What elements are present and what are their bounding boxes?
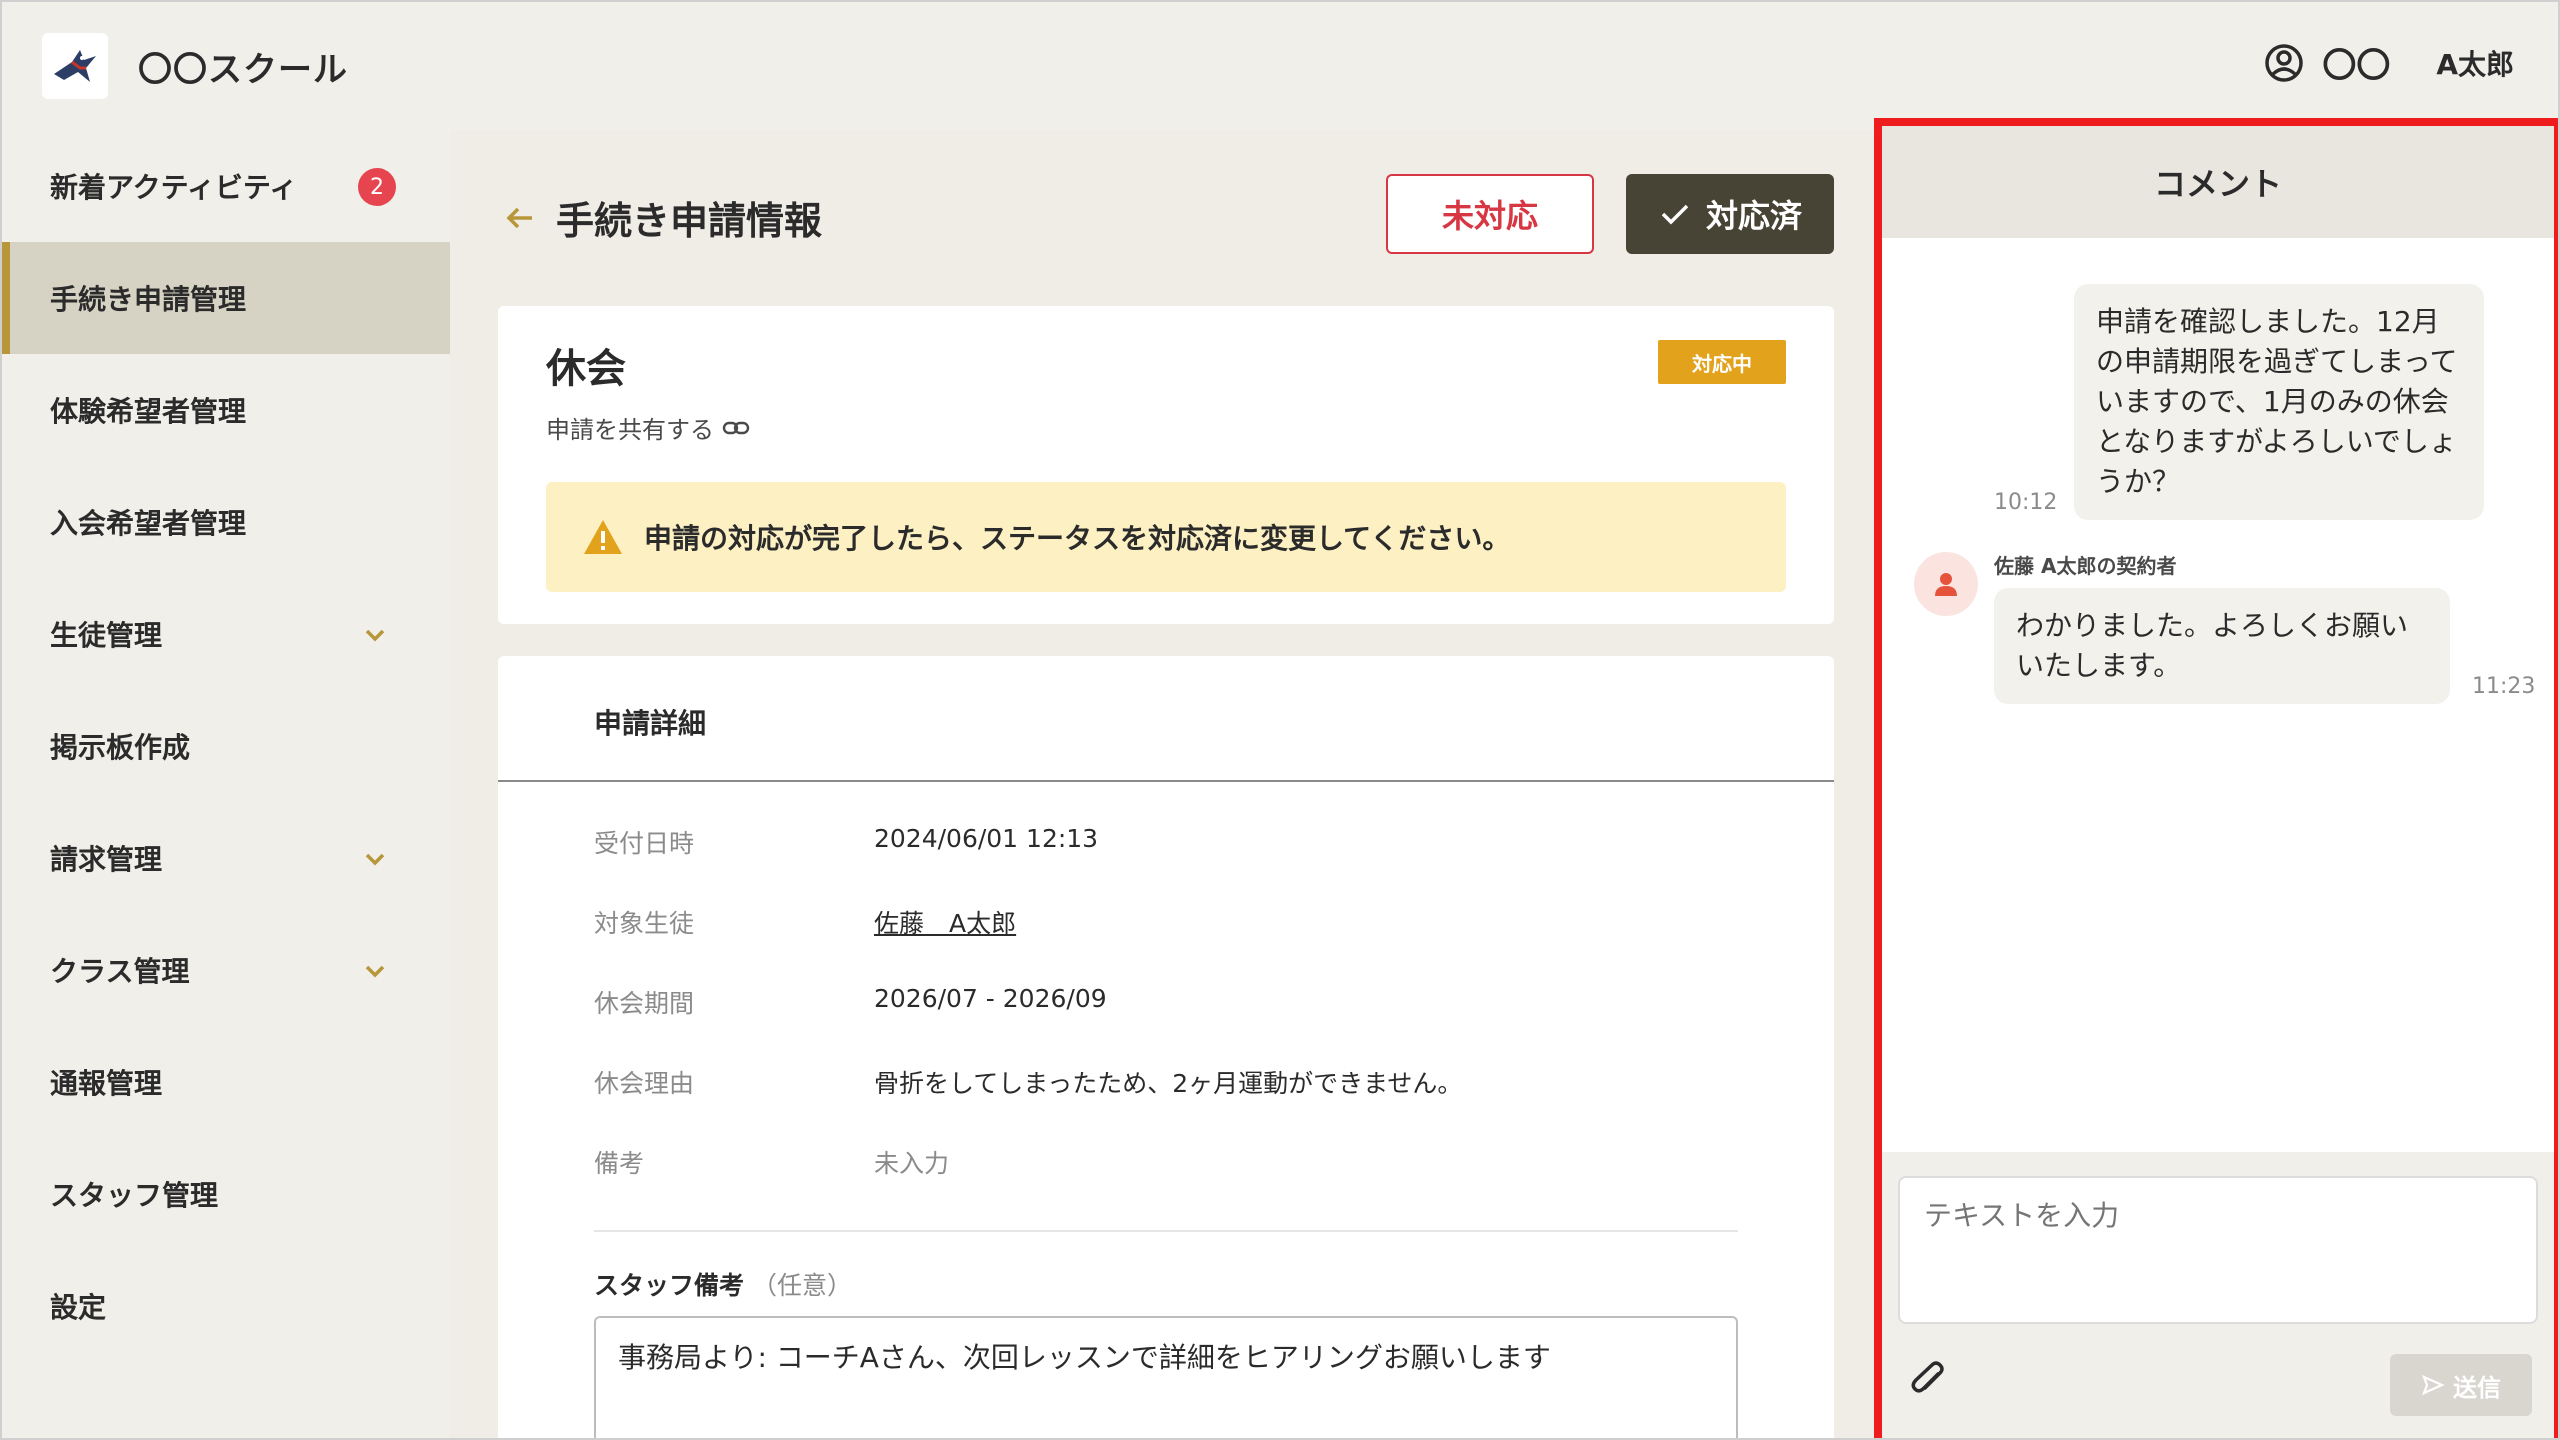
mark-done-label: 対応済	[1705, 197, 1802, 235]
chevron-down-icon	[365, 965, 385, 978]
page-title: 手続き申請情報	[556, 199, 823, 243]
sidebar-item-settings[interactable]: 設定	[2, 1250, 450, 1362]
mark-done-button[interactable]: 対応済	[1626, 174, 1834, 254]
detail-value: 2026/07 - 2026/09	[874, 984, 1107, 1013]
sidebar-item-label: 掲示板作成	[50, 731, 191, 764]
detail-row: 備考 未入力	[594, 1144, 949, 1180]
staff-note-textarea[interactable]: 事務局より: コーチAさん、次回レッスンで詳細をヒアリングお願いします	[594, 1316, 1738, 1438]
request-detail-card: 申請詳細 受付日時 2024/06/01 12:13 対象生徒 佐藤 A太郎 休…	[498, 656, 1834, 1438]
send-label: 送信	[2453, 1373, 2501, 1402]
detail-value: 未入力	[874, 1149, 950, 1178]
share-link[interactable]: 申請を共有する	[546, 410, 750, 445]
user-circle-icon	[2265, 43, 2304, 82]
detail-label: 対象生徒	[594, 909, 695, 938]
sidebar-item-trial[interactable]: 体験希望者管理	[2, 354, 450, 466]
user-name: A太郎	[2436, 47, 2514, 81]
chevron-down-icon	[365, 853, 385, 866]
user-prefix: 〇〇	[2322, 46, 2391, 86]
sidebar-item-procedures[interactable]: 手続き申請管理	[2, 242, 450, 354]
message-time: 11:23	[2472, 674, 2536, 699]
school-logo[interactable]	[42, 33, 108, 99]
sidebar: 新着アクティビティ 2 手続き申請管理 体験希望者管理 入会希望者管理 生徒管理…	[2, 130, 450, 1438]
comment-input[interactable]	[1898, 1176, 2538, 1324]
detail-row: 対象生徒 佐藤 A太郎	[594, 904, 1016, 940]
status-badge: 対応中	[1658, 340, 1786, 384]
chevron-down-icon	[365, 629, 385, 642]
divider	[498, 780, 1834, 782]
detail-label: 休会理由	[594, 1069, 695, 1098]
request-summary-card: 休会 対応中 申請を共有する 申請の対応が完了したら、ステータスを対応済に変更し…	[498, 306, 1834, 624]
sidebar-item-billing[interactable]: 請求管理	[2, 802, 450, 914]
sidebar-item-label: 体験希望者管理	[50, 395, 247, 428]
detail-row: 休会理由 骨折をしてしまったため、2ヶ月運動ができません。	[594, 1064, 1462, 1100]
sidebar-item-enrollment[interactable]: 入会希望者管理	[2, 466, 450, 578]
message-bubble-incoming: わかりました。よろしくお願いいたします。	[1994, 588, 2450, 704]
comment-panel: コメント 申請を確認しました。12月の申請期限を過ぎてしまっていますので、1月の…	[1874, 118, 2558, 1438]
sidebar-item-reports[interactable]: 通報管理	[2, 1026, 450, 1138]
main-content: 手続き申請情報 未対応 対応済 休会 対応中 申請を共有する 申請の対応が完了し…	[450, 130, 1874, 1438]
share-link-label: 申請を共有する	[546, 416, 714, 444]
sidebar-item-classes[interactable]: クラス管理	[2, 914, 450, 1026]
sidebar-item-label: 生徒管理	[50, 619, 163, 652]
sidebar-item-label: クラス管理	[50, 955, 190, 988]
bird-logo-icon	[54, 50, 96, 82]
sidebar-item-label: 入会希望者管理	[50, 507, 247, 540]
optional-tag: （任意）	[752, 1271, 853, 1300]
sidebar-item-students[interactable]: 生徒管理	[2, 578, 450, 690]
app-window: 〇〇スクール 〇〇 A太郎 新着アクティビティ 2 手続き申請管理 体験希望者管…	[0, 0, 2560, 1440]
sidebar-item-label: 新着アクティビティ	[50, 171, 298, 204]
sidebar-item-label: 通報管理	[50, 1067, 163, 1100]
detail-value: 2024/06/01 12:13	[874, 824, 1099, 853]
detail-row: 休会期間 2026/07 - 2026/09	[594, 984, 1107, 1020]
back-arrow-icon[interactable]	[502, 200, 538, 236]
app-title: 〇〇スクール	[138, 50, 348, 90]
comment-composer: 送信	[1882, 1152, 2554, 1438]
send-icon	[2422, 1374, 2445, 1396]
warning-icon	[584, 520, 622, 554]
staff-note-title: スタッフ備考	[594, 1271, 745, 1300]
staff-note-label: スタッフ備考 （任意）	[594, 1266, 852, 1302]
check-icon	[1661, 204, 1689, 225]
notification-badge: 2	[358, 168, 396, 206]
sidebar-item-activity[interactable]: 新着アクティビティ 2	[2, 130, 450, 242]
message-time: 10:12	[1994, 490, 2058, 515]
detail-row: 受付日時 2024/06/01 12:13	[594, 824, 1098, 860]
status-alert: 申請の対応が完了したら、ステータスを対応済に変更してください。	[546, 482, 1786, 592]
sidebar-item-label: スタッフ管理	[50, 1179, 219, 1212]
attachment-icon[interactable]	[1908, 1358, 1954, 1404]
sidebar-item-label: 手続き申請管理	[50, 283, 247, 316]
page-header: 手続き申請情報	[502, 190, 822, 245]
sidebar-item-label: 設定	[50, 1291, 107, 1324]
person-icon	[1935, 573, 1957, 596]
message-sender: 佐藤 A太郎の契約者	[1994, 554, 2177, 578]
sidebar-item-staff[interactable]: スタッフ管理	[2, 1138, 450, 1250]
avatar	[1914, 552, 1978, 616]
comment-panel-title: コメント	[1882, 126, 2554, 238]
alert-text: 申請の対応が完了したら、ステータスを対応済に変更してください。	[644, 522, 1511, 555]
detail-label: 備考	[594, 1149, 645, 1178]
message-bubble-outgoing: 申請を確認しました。12月の申請期限を過ぎてしまっていますので、1月のみの休会と…	[2074, 284, 2484, 520]
mark-unhandled-button[interactable]: 未対応	[1386, 174, 1594, 254]
top-bar: 〇〇スクール 〇〇 A太郎	[2, 2, 2558, 130]
link-icon	[722, 421, 750, 434]
detail-section-title: 申請詳細	[594, 707, 707, 740]
detail-label: 休会期間	[594, 989, 695, 1018]
sidebar-item-label: 請求管理	[50, 843, 163, 876]
user-menu[interactable]: 〇〇 A太郎	[2264, 38, 2514, 87]
send-button[interactable]: 送信	[2390, 1354, 2532, 1416]
divider	[594, 1230, 1738, 1232]
detail-label: 受付日時	[594, 829, 695, 858]
request-type: 休会	[546, 346, 626, 392]
sidebar-item-bulletin[interactable]: 掲示板作成	[2, 690, 450, 802]
detail-value: 骨折をしてしまったため、2ヶ月運動ができません。	[874, 1069, 1463, 1098]
student-link[interactable]: 佐藤 A太郎	[874, 904, 1016, 940]
